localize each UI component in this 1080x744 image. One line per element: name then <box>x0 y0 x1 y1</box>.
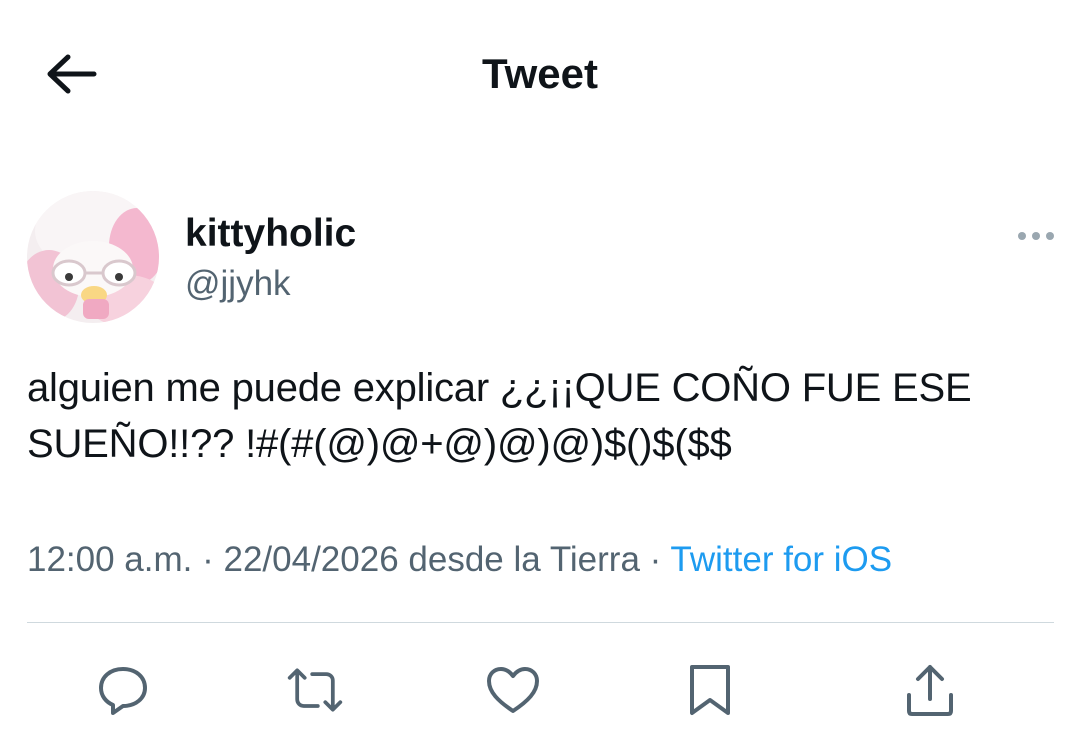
heart-icon <box>487 667 539 713</box>
author-handle[interactable]: @jjyhk <box>185 262 291 306</box>
action-bar <box>0 652 1080 732</box>
divider <box>27 622 1054 623</box>
tweet-time: 12:00 a.m. <box>27 540 193 579</box>
tweet-date-location: 22/04/2026 desde la Tierra <box>223 540 640 579</box>
meta-separator: · <box>639 540 671 579</box>
tweet-source-link[interactable]: Twitter for iOS <box>670 540 892 579</box>
share-icon <box>907 665 953 716</box>
retweet-button[interactable] <box>285 660 345 720</box>
tweet-meta: 12:00 a.m. · 22/04/2026 desde la Tierra … <box>27 536 892 584</box>
author-display-name[interactable]: kittyholic <box>185 210 356 258</box>
reply-icon <box>99 667 147 715</box>
retweet-icon <box>287 668 343 712</box>
page-title: Tweet <box>482 50 598 97</box>
reply-button[interactable] <box>93 660 153 720</box>
top-bar: Tweet <box>0 0 1080 150</box>
more-options-button[interactable] <box>1012 222 1060 250</box>
more-horizontal-icon <box>1018 232 1054 240</box>
avatar[interactable] <box>27 191 159 323</box>
share-button[interactable] <box>900 660 960 720</box>
meta-separator: · <box>192 540 224 579</box>
avatar-image <box>27 191 159 323</box>
bookmark-icon <box>690 665 730 715</box>
like-button[interactable] <box>483 660 543 720</box>
tweet-text: alguien me puede explicar ¿¿¡¡QUE COÑO F… <box>27 366 983 466</box>
bookmark-button[interactable] <box>680 660 740 720</box>
